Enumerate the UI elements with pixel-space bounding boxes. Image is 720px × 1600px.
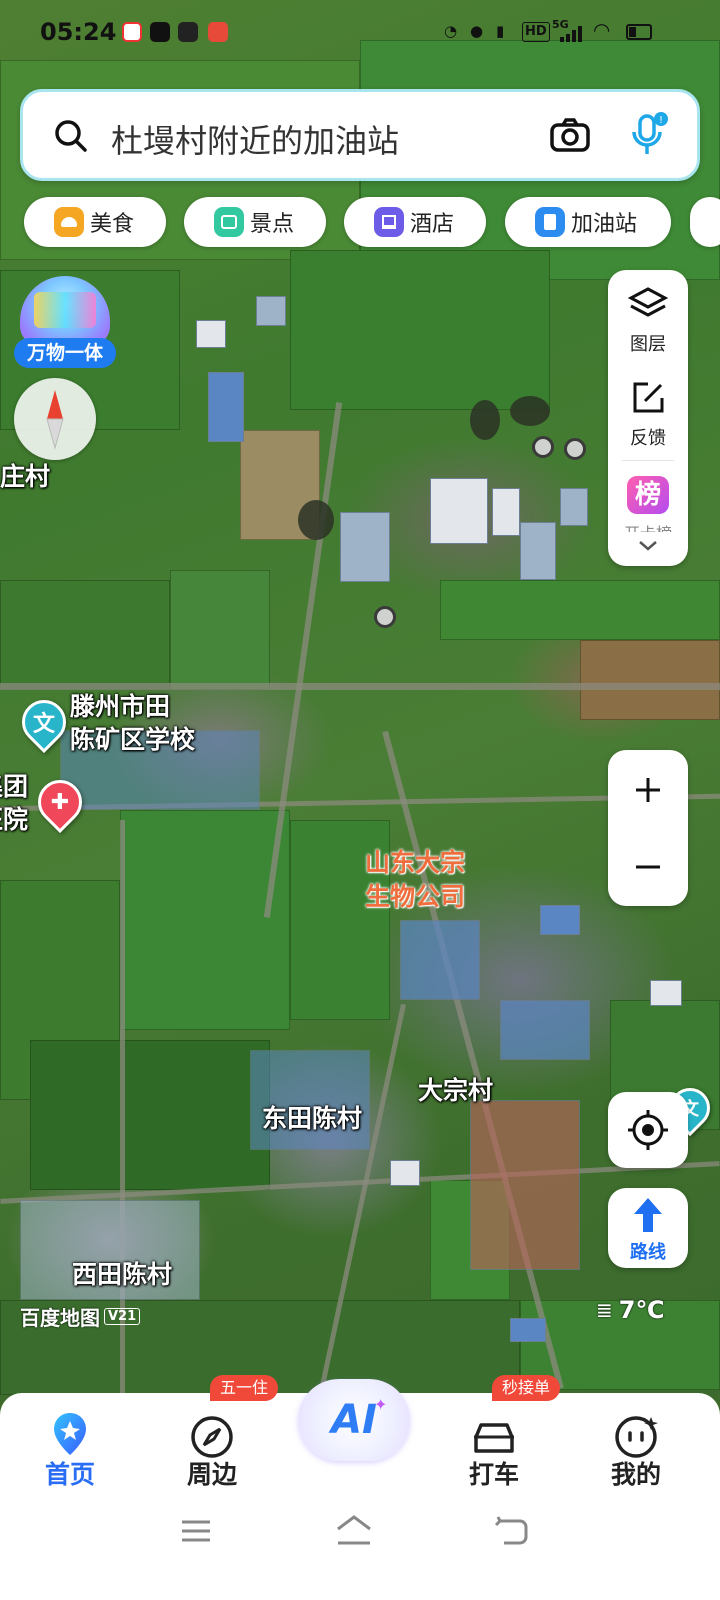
promo-widget[interactable]: 万物一体: [14, 276, 116, 372]
map-label-company-line2[interactable]: 生物公司: [365, 882, 465, 912]
route-arrow-icon: [634, 1198, 662, 1232]
battery-icon: [626, 24, 652, 40]
compass-button[interactable]: [14, 378, 96, 460]
car-icon: [474, 1423, 514, 1453]
vibrate-icon: ▮: [496, 22, 505, 40]
layers-label: 图层: [630, 334, 666, 355]
map-label-hospital-line2[interactable]: 医院: [0, 805, 28, 835]
ai-icon: AI: [331, 1397, 377, 1443]
school-icon: 文: [32, 712, 55, 737]
search-bar[interactable]: 杜墁村附近的加油站 !: [20, 89, 700, 181]
location-pin-icon: [54, 1413, 86, 1455]
category-label: 美食: [90, 212, 135, 237]
nav-nearby-label: 周边: [186, 1460, 237, 1489]
map-label-village-fragment[interactable]: 庄村: [0, 462, 50, 492]
svg-text:!: !: [659, 115, 663, 126]
category-label: 景点: [250, 212, 295, 237]
category-chip-scenic[interactable]: 景点: [184, 197, 326, 247]
weather-temperature: 7℃: [618, 1296, 665, 1324]
nav-ai[interactable]: AI ✦: [298, 1379, 410, 1461]
zoom-out-button[interactable]: [608, 828, 688, 906]
route-label: 路线: [630, 1242, 666, 1263]
tiktok-icon: [150, 22, 170, 42]
system-navigation-bar: [0, 1497, 720, 1600]
zoom-controls: [608, 750, 688, 906]
nav-taxi-label: 打车: [468, 1460, 519, 1489]
nav-profile-label: 我的: [610, 1460, 661, 1489]
expand-chevron-icon[interactable]: [634, 536, 662, 556]
category-chip-hotel[interactable]: 酒店: [344, 197, 486, 247]
profile-face-icon: [615, 1416, 658, 1458]
locate-me-button[interactable]: [608, 1092, 688, 1168]
signal-icon: [560, 26, 582, 42]
feedback-button[interactable]: 反馈: [608, 366, 688, 458]
map-label-school-line1[interactable]: 滕州市田: [70, 692, 170, 722]
search-input[interactable]: 杜墁村附近的加油站: [111, 116, 399, 162]
map-tools-panel: 图层 反馈 榜 开卡榜: [608, 270, 688, 566]
nav-nearby[interactable]: 周边: [162, 1393, 262, 1493]
alarm-icon: ◔: [444, 22, 458, 40]
minus-icon: [636, 865, 660, 869]
food-icon: [54, 207, 84, 237]
map-label-school-line2[interactable]: 陈矿区学校: [70, 725, 195, 755]
wifi-icon: ◠: [594, 18, 610, 42]
app-notification-icon: [122, 22, 142, 42]
nav-home[interactable]: 首页: [20, 1393, 120, 1493]
back-icon[interactable]: [494, 1515, 530, 1547]
hd-indicator: HD: [522, 22, 550, 42]
watermark-version: V21: [104, 1308, 141, 1325]
map-label-hospital-line1[interactable]: 集团: [0, 772, 28, 802]
category-chip-food[interactable]: 美食: [24, 197, 166, 247]
promo-label: 万物一体: [14, 338, 116, 368]
microphone-icon[interactable]: !: [627, 110, 671, 158]
status-bar: 05:24 ◔ ● ▮ HD 5G ◠: [0, 0, 720, 66]
hotel-icon: [374, 207, 404, 237]
ranking-button[interactable]: 榜 开卡榜: [608, 466, 688, 532]
medical-cross-icon: ✚: [50, 789, 70, 815]
search-icon: [55, 120, 87, 152]
zoom-in-button[interactable]: [608, 750, 688, 828]
plus-icon: [636, 778, 660, 802]
taxi-badge: 秒接单: [492, 1375, 561, 1401]
feedback-label: 反馈: [630, 428, 666, 449]
weather-widget[interactable]: ≣ 7℃: [596, 1296, 665, 1324]
gas-station-icon: [535, 207, 565, 237]
nav-home-label: 首页: [44, 1460, 95, 1489]
promo-letters: [34, 292, 96, 328]
baidu-map-watermark: 百度地图 V21: [20, 1302, 141, 1331]
camera-icon[interactable]: [549, 117, 591, 153]
status-time: 05:24: [40, 18, 117, 46]
feedback-icon: [633, 382, 664, 413]
haze-icon: ≣: [596, 1298, 613, 1322]
category-label: 酒店: [410, 212, 455, 237]
nav-profile[interactable]: 我的: [586, 1393, 686, 1493]
sparkle-icon: ✦: [374, 1395, 388, 1414]
scenic-icon: [214, 207, 244, 237]
category-chip-gas-station[interactable]: 加油站: [505, 197, 671, 247]
bottom-navigation: 首页 周边 五一住 AI ✦ 打车 秒接单 我的: [0, 1375, 720, 1600]
category-label: 加油站: [571, 212, 638, 237]
compass-icon: [46, 390, 64, 450]
map-label-dazong-village[interactable]: 大宗村: [418, 1076, 493, 1106]
layers-button[interactable]: 图层: [608, 270, 688, 362]
map-label-dongtianchen-village[interactable]: 东田陈村: [262, 1104, 362, 1134]
ranking-badge-icon: 榜: [627, 476, 669, 514]
compass-icon: [191, 1416, 233, 1458]
category-chip-more[interactable]: [690, 197, 720, 247]
home-icon[interactable]: [334, 1513, 374, 1547]
watermark-text: 百度地图: [20, 1306, 100, 1330]
menu-icon[interactable]: [180, 1517, 212, 1545]
location-icon: ●: [470, 22, 484, 40]
ranking-label: 开卡榜: [608, 520, 688, 532]
map-label-xitianchen-village[interactable]: 西田陈村: [72, 1260, 172, 1290]
map-label-company-line1[interactable]: 山东大宗: [365, 848, 465, 878]
nav-taxi[interactable]: 打车: [444, 1393, 544, 1493]
app-notification-icon: [208, 22, 228, 42]
locate-target-icon: [628, 1110, 668, 1150]
route-button[interactable]: 路线: [608, 1188, 688, 1268]
app-notification-icon: [178, 22, 198, 42]
layers-icon: [628, 287, 668, 317]
divider: [622, 460, 674, 461]
nearby-badge: 五一住: [210, 1375, 279, 1401]
